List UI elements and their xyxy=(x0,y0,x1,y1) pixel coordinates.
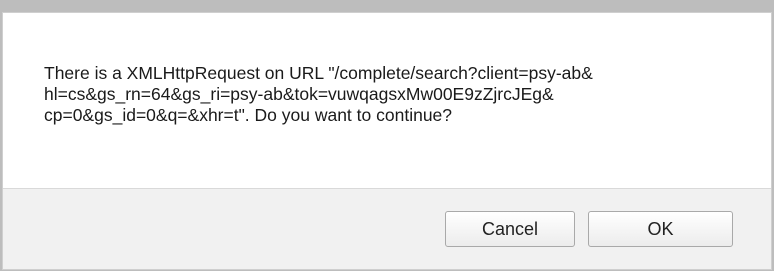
ok-button[interactable]: OK xyxy=(588,211,733,247)
dialog-message: There is a XMLHttpRequest on URL "/compl… xyxy=(44,63,593,125)
message-area: There is a XMLHttpRequest on URL "/compl… xyxy=(3,13,771,188)
confirm-dialog: There is a XMLHttpRequest on URL "/compl… xyxy=(2,12,772,270)
cancel-button[interactable]: Cancel xyxy=(445,211,575,247)
button-bar: Cancel OK xyxy=(3,188,771,269)
